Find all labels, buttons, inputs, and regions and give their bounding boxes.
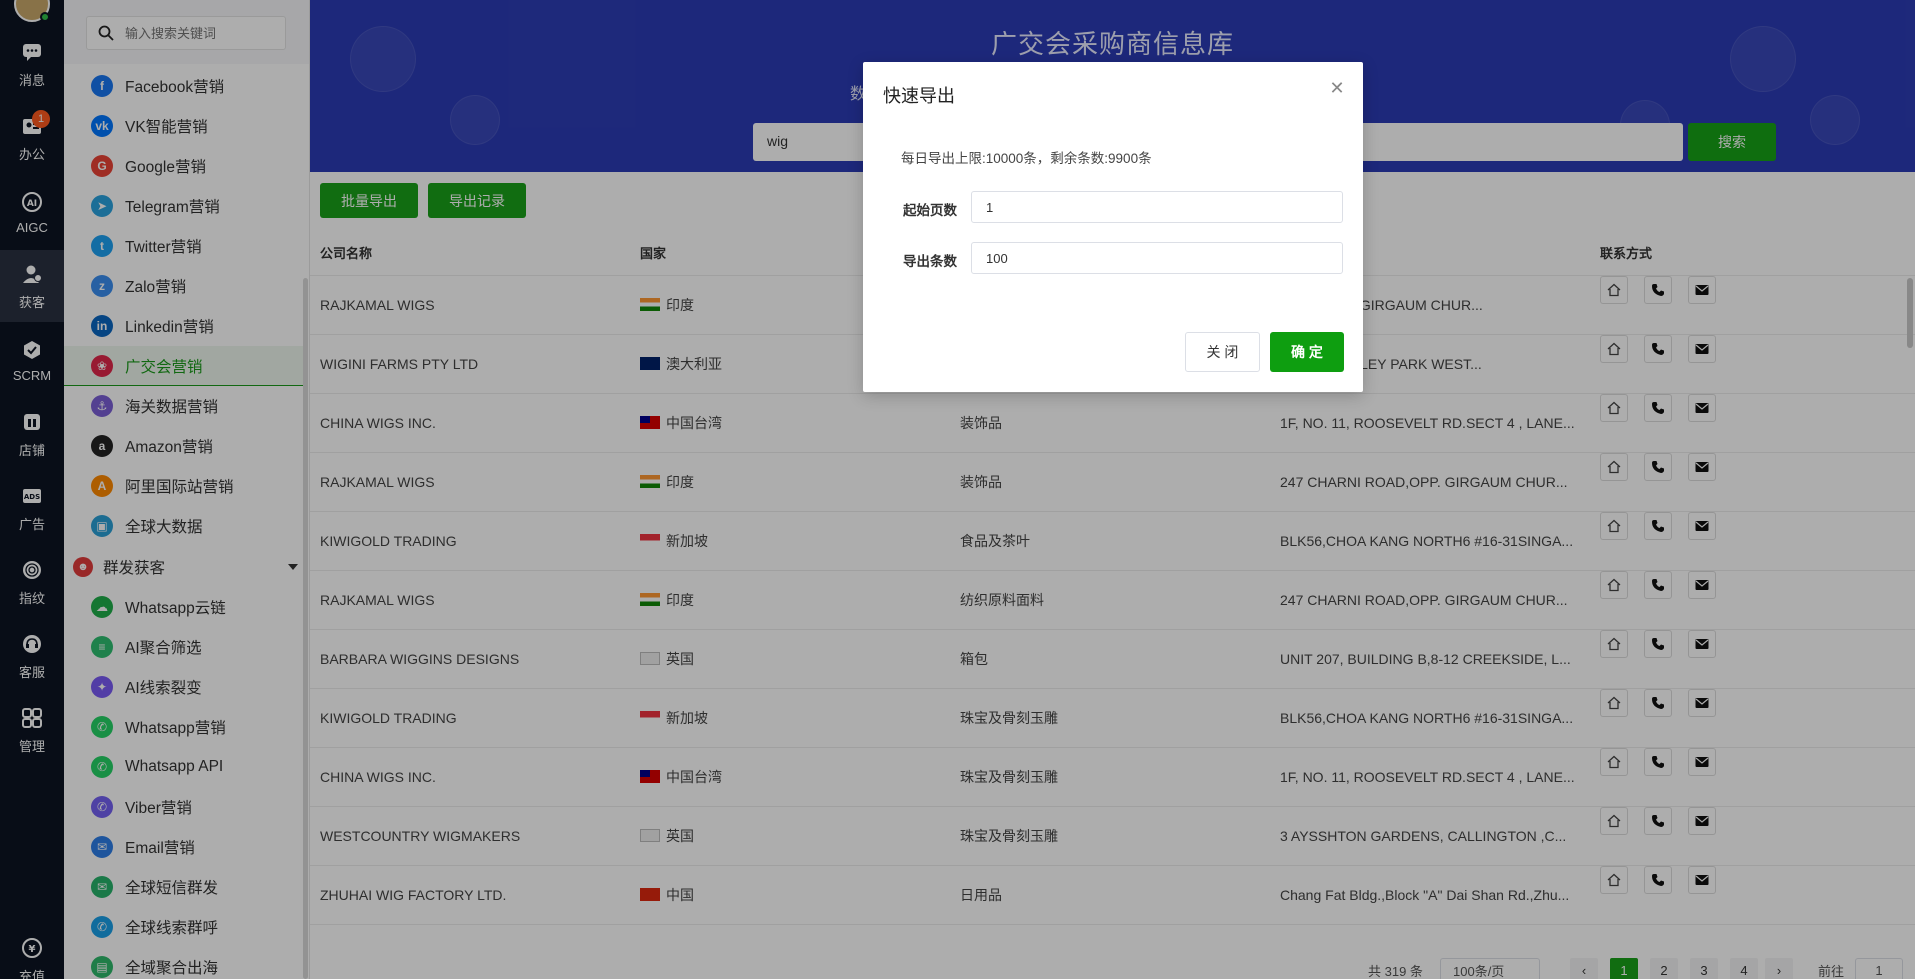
dialog-title: 快速导出 [883,86,955,106]
close-icon[interactable]: ✕ [1327,78,1347,98]
confirm-button[interactable]: 确 定 [1270,332,1344,372]
close-button[interactable]: 关 闭 [1185,332,1260,372]
export-count-input[interactable] [971,242,1343,274]
start-page-input[interactable] [971,191,1343,223]
start-page-label: 起始页数 [903,203,957,218]
quick-export-dialog: 快速导出 ✕ 每日导出上限:10000条，剩余条数:9900条 起始页数 导出条… [863,62,1363,392]
export-limit-info: 每日导出上限:10000条，剩余条数:9900条 [901,151,1152,166]
export-count-label: 导出条数 [903,254,957,269]
